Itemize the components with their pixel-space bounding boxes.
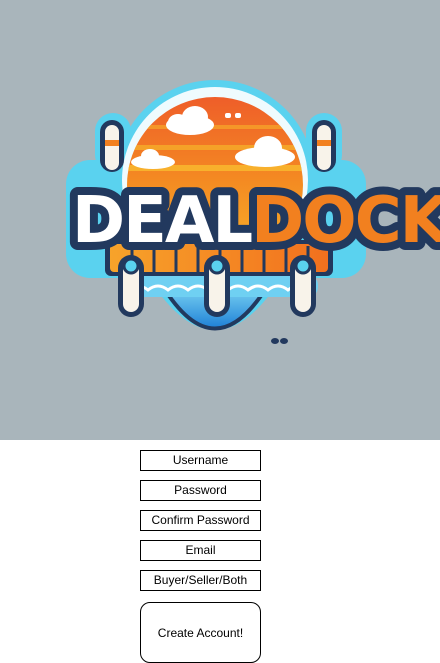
- password-input[interactable]: [140, 480, 261, 501]
- confirm-password-input[interactable]: [140, 510, 261, 531]
- hero-banner: DEALDOCK DEALDOCK: [0, 0, 440, 440]
- svg-text:DEALDOCK: DEALDOCK: [72, 184, 440, 258]
- create-account-button[interactable]: Create Account!: [140, 602, 261, 663]
- dealdock-logo-icon: DEALDOCK DEALDOCK: [64, 80, 440, 344]
- email-input[interactable]: [140, 540, 261, 561]
- account-type-input[interactable]: [140, 570, 261, 591]
- logo-word-deal: DEAL: [72, 184, 252, 258]
- logo-word-dock: DOCK: [251, 184, 440, 258]
- username-input[interactable]: [140, 450, 261, 471]
